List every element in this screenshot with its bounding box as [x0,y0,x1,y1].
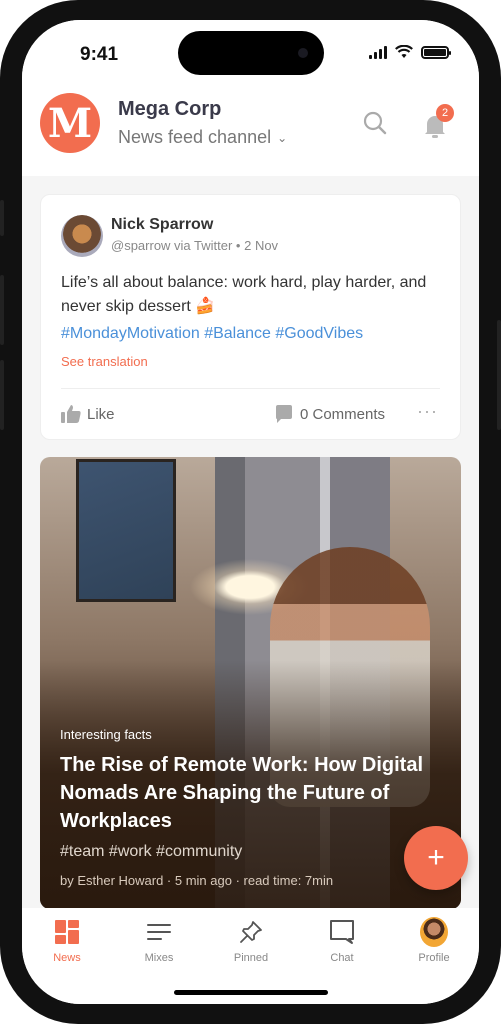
home-indicator[interactable] [174,990,328,995]
post-text: Life’s all about balance: work hard, pla… [61,274,427,315]
notifications-button[interactable]: 2 [422,104,454,140]
comments-button[interactable]: 0 Comments [275,405,385,423]
volume-down-button [0,360,4,430]
like-label: Like [87,405,115,423]
like-button[interactable]: Like [61,405,115,423]
status-bar: 9:41 [22,20,479,90]
comments-label: 0 Comments [300,405,386,423]
tab-label: Profile [418,952,450,964]
article-card[interactable]: Interesting facts The Rise of Remote Wor… [40,457,461,909]
search-icon [363,111,387,135]
search-button[interactable] [362,110,390,138]
tab-mixes[interactable]: Mixes [119,918,199,964]
mute-switch [0,200,4,236]
camera-icon [298,48,308,58]
screen: 9:41 M Mega Corp News feed channel ⌄ 2 N… [22,20,479,1004]
channel-label: News feed channel [118,127,272,147]
article-tags[interactable]: #team #work #community [60,843,242,861]
tab-news[interactable]: News [27,918,107,964]
tab-label: Pinned [233,952,269,964]
tab-label: Mixes [144,952,174,964]
more-options-button[interactable]: ··· [417,401,438,422]
tab-pinned[interactable]: Pinned [211,918,291,964]
channel-selector[interactable]: News feed channel ⌄ [118,127,287,148]
avatar [420,917,448,947]
tab-profile[interactable]: Profile [394,917,474,964]
see-translation-link[interactable]: See translation [61,354,148,369]
post-hashtags[interactable]: #MondayMotivation #Balance #GoodVibes [61,325,363,343]
tab-chat[interactable]: Chat [302,918,382,964]
wifi-icon [395,45,413,58]
add-post-button[interactable]: + [404,826,468,890]
grid-icon [53,918,81,946]
org-logo[interactable]: M [40,93,100,153]
signal-icon [369,45,387,59]
dynamic-island [178,31,324,75]
article-image-overlay [40,457,461,909]
thumbs-up-icon [61,405,81,423]
volume-up-button [0,275,4,345]
author-handle: @sparrow via Twitter • 2 Nov [111,238,279,253]
status-time: 9:41 [80,44,119,65]
app-header: M Mega Corp News feed channel ⌄ 2 [22,90,479,176]
article-meta: by Esther Howard · 5 min ago · read time… [60,873,334,888]
article-title[interactable]: The Rise of Remote Work: How Digital Nom… [60,751,450,835]
tab-label: Chat [330,952,354,964]
article-category: Interesting facts [60,727,152,742]
comment-icon [276,405,292,423]
power-button [497,320,501,430]
pin-icon [237,918,265,946]
tab-label: News [53,952,81,964]
plus-icon: + [427,841,445,874]
divider [61,388,440,389]
org-name: Mega Corp [118,98,222,120]
status-icons [369,45,451,59]
post-card: Nick Sparrow @sparrow via Twitter • 2 No… [40,194,461,440]
battery-icon [421,45,451,59]
lines-icon [145,918,173,946]
author-avatar[interactable] [61,215,103,257]
chevron-down-icon: ⌄ [277,130,288,145]
author-name[interactable]: Nick Sparrow [111,216,213,234]
chat-icon [328,918,356,946]
notification-badge: 2 [436,104,454,122]
